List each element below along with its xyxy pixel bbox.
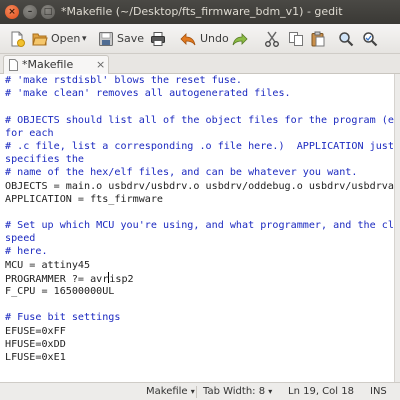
cursor-position: Ln 19, Col 18	[288, 386, 354, 397]
code-line[interactable]	[5, 100, 394, 113]
comment-text: # OBJECTS should list all of the object …	[5, 114, 394, 126]
save-button[interactable]: Save	[98, 28, 144, 50]
code-line[interactable]: HFUSE=0xDD	[5, 338, 394, 351]
find-replace-icon	[363, 32, 378, 47]
save-label: Save	[117, 32, 145, 45]
vertical-scrollbar[interactable]	[394, 74, 400, 382]
open-button[interactable]: Open ▾	[32, 28, 94, 50]
open-label: Open	[51, 32, 81, 45]
code-line[interactable]: LFUSE=0xE1	[5, 351, 394, 364]
tab-bar: *Makefile ×	[0, 54, 400, 74]
paste-button[interactable]	[308, 28, 328, 50]
redo-button[interactable]	[230, 28, 250, 50]
code-text: HFUSE=0xDD	[5, 338, 66, 350]
code-line[interactable]: EFUSE=0xFF	[5, 325, 394, 338]
find-replace-button[interactable]	[360, 28, 380, 50]
code-line[interactable]	[5, 206, 394, 219]
code-line[interactable]: # Set up which MCU you're using, and wha…	[5, 219, 394, 232]
undo-label: Undo	[200, 32, 229, 45]
open-dropdown-icon[interactable]: ▾	[82, 28, 87, 50]
code-text: OBJECTS = main.o usbdrv/usbdrv.o usbdrv/…	[5, 180, 394, 192]
code-line[interactable]: MCU = attiny45	[5, 259, 394, 272]
code-text: APPLICATION = fts_firmware	[5, 193, 164, 205]
code-text: isp2	[109, 273, 134, 285]
status-divider	[196, 386, 197, 398]
code-line[interactable]: # OBJECTS should list all of the object …	[5, 114, 394, 127]
comment-text: speed	[5, 233, 36, 245]
copy-button[interactable]	[286, 28, 306, 50]
code-line[interactable]: # 'make rstdisbl' blows the reset fuse.	[5, 74, 394, 87]
code-line[interactable]	[5, 298, 394, 311]
code-line[interactable]: specifies the	[5, 153, 394, 166]
code-line[interactable]: # name of the hex/elf files, and can be …	[5, 166, 394, 179]
comment-text: # name of the hex/elf files, and can be …	[5, 167, 358, 179]
undo-icon	[180, 33, 196, 46]
code-text: MCU = attiny45	[5, 259, 91, 271]
code-text: PROGRAMMER ?= avr	[5, 273, 109, 285]
tab-makefile[interactable]: *Makefile ×	[3, 55, 109, 74]
code-line[interactable]: # Fuse bit settings	[5, 311, 394, 324]
code-text: EFUSE=0xFF	[5, 325, 66, 337]
undo-button[interactable]: Undo	[180, 28, 229, 50]
language-selector[interactable]: Makefile ▾	[146, 383, 195, 400]
window-title: *Makefile (~/Desktop/fts_firmware_bdm_v1…	[61, 5, 343, 18]
printer-icon	[151, 32, 165, 46]
cut-button[interactable]	[262, 28, 282, 50]
code-line[interactable]: APPLICATION = fts_firmware	[5, 193, 394, 206]
comment-text: specifies the	[5, 154, 85, 166]
scissors-icon	[265, 31, 279, 47]
document-icon	[9, 59, 18, 71]
comment-text: # 'make rstdisbl' blows the reset fuse.	[5, 75, 243, 86]
code-line[interactable]: OBJECTS = main.o usbdrv/usbdrv.o usbdrv/…	[5, 180, 394, 193]
code-text: F_CPU = 16500000UL	[5, 286, 115, 297]
code-line[interactable]: F_CPU = 16500000UL	[5, 285, 394, 298]
title-bar[interactable]: × – □ *Makefile (~/Desktop/fts_firmware_…	[0, 0, 400, 24]
redo-icon	[232, 33, 248, 46]
tab-width-selector[interactable]: Tab Width: 8 ▾	[203, 383, 272, 400]
new-document-button[interactable]	[6, 28, 28, 50]
window-minimize-button[interactable]: –	[23, 5, 37, 19]
code-line[interactable]: speed	[5, 232, 394, 245]
code-line[interactable]: # 'make clean' removes all autogenerated…	[5, 87, 394, 100]
save-icon	[99, 32, 113, 46]
language-label: Makefile	[146, 386, 188, 397]
comment-text: # here.	[5, 246, 48, 258]
code-text: LFUSE=0xE1	[5, 351, 66, 363]
copy-icon	[289, 32, 303, 46]
window-maximize-button[interactable]: □	[41, 5, 55, 19]
insert-mode: INS	[370, 386, 387, 397]
chevron-down-icon: ▾	[190, 387, 195, 396]
gedit-window: × – □ *Makefile (~/Desktop/fts_firmware_…	[0, 0, 400, 400]
comment-text: # Fuse bit settings	[5, 312, 121, 324]
folder-open-icon	[32, 33, 48, 46]
find-button[interactable]	[336, 28, 356, 50]
window-close-button[interactable]: ×	[5, 5, 19, 19]
code-line[interactable]: PROGRAMMER ?= avrisp2	[5, 271, 394, 285]
code-line[interactable]: # .c file, list a corresponding .o file …	[5, 140, 394, 153]
code-line[interactable]: # here.	[5, 245, 394, 258]
toolbar: Open ▾ Save Undo	[0, 24, 400, 54]
comment-text: # Set up which MCU you're using, and wha…	[5, 220, 394, 232]
comment-text: for each	[5, 127, 54, 139]
text-editor[interactable]: # 'make rstdisbl' blows the reset fuse. #…	[0, 74, 394, 382]
tab-width-label: Tab Width: 8	[203, 386, 266, 397]
comment-text: # .c file, list a corresponding .o file …	[5, 140, 394, 152]
tab-close-icon[interactable]: ×	[96, 56, 105, 74]
print-button[interactable]	[148, 28, 168, 50]
magnifier-icon	[339, 32, 354, 47]
tab-label: *Makefile	[22, 58, 74, 71]
chevron-down-icon: ▾	[268, 387, 273, 396]
comment-text: # 'make clean' removes all autogenerated…	[5, 88, 291, 100]
new-document-icon	[11, 31, 25, 47]
code-line[interactable]: for each	[5, 127, 394, 140]
status-bar: Makefile ▾ Tab Width: 8 ▾ Ln 19, Col 18 …	[0, 382, 400, 400]
paste-icon	[311, 31, 325, 47]
